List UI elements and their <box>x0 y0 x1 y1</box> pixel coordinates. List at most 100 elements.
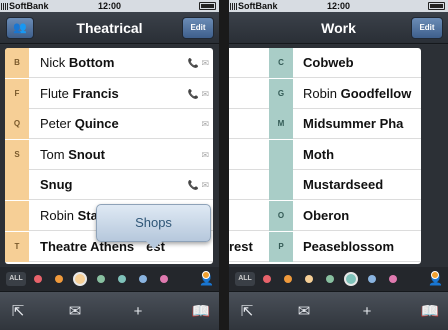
contact-name: Peter Quince <box>40 109 119 139</box>
contact-row[interactable]: Snug 📞 ✉ <box>5 170 213 201</box>
battery-icon <box>428 2 445 10</box>
contact-row[interactable]: Q Peter Quince ✉ <box>5 109 213 140</box>
screen-theatrical: SoftBank 12:00 👥 Theatrical Edit B Nick B… <box>0 0 219 330</box>
add-icon[interactable]: + <box>123 292 153 330</box>
contact-row[interactable]: GRobin Goodfellow📞 ✉ <box>229 78 421 109</box>
contact-row[interactable]: Moth✉ <box>229 139 421 170</box>
color-filter-dot[interactable] <box>284 275 292 283</box>
color-filter-dot[interactable] <box>55 275 63 283</box>
contact-row[interactable]: F Flute Francis 📞 ✉ <box>5 78 213 109</box>
color-filter-dot[interactable] <box>326 275 334 283</box>
index-tab <box>5 170 29 201</box>
last-name: Peaseblossom <box>303 238 395 254</box>
first-name: Peter <box>40 116 72 132</box>
share-icon[interactable]: ⇱ <box>232 292 262 330</box>
index-tab: T <box>5 231 29 262</box>
contact-row[interactable]: P Peaseblossom <box>229 231 421 262</box>
index-tab: M <box>269 109 293 140</box>
contact-row[interactable]: B Nick Bottom 📞 ✉ <box>5 48 213 78</box>
mail-icon[interactable]: ✉ <box>201 180 209 190</box>
contact-name: Snug <box>40 170 73 200</box>
mail-icon[interactable]: ✉ <box>289 292 319 330</box>
contact-name: Tom Snout <box>40 140 105 170</box>
battery-icon <box>199 2 216 10</box>
edit-button[interactable]: Edit <box>182 17 214 39</box>
person-icon[interactable]: 👤 <box>428 270 443 288</box>
index-tab: P <box>269 231 293 262</box>
last-name: Moth <box>303 146 335 162</box>
first-name: Flute <box>40 85 69 101</box>
color-filter-dot[interactable] <box>118 275 126 283</box>
contact-row[interactable]: OOberon✉ <box>229 201 421 231</box>
book-icon[interactable]: 📖 <box>186 292 216 330</box>
last-name: Goodfellow <box>340 85 412 101</box>
contact-row[interactable]: MMidsummer Pha✉ <box>229 109 421 140</box>
screen-divider <box>219 0 229 330</box>
index-tab: F <box>5 78 29 109</box>
last-name: Snug <box>40 177 73 193</box>
color-filter-dot[interactable] <box>160 275 168 283</box>
popover-tail <box>146 241 162 249</box>
book-icon[interactable]: 📖 <box>415 292 445 330</box>
phone-icon[interactable]: 📞 <box>188 180 202 190</box>
contact-name: Mustardseed <box>303 170 383 200</box>
badge-dot <box>202 271 210 279</box>
toolbar: ⇱ ✉ + 📖 <box>0 291 219 330</box>
color-filter-dot[interactable] <box>368 275 376 283</box>
color-filter-dot[interactable] <box>344 272 358 286</box>
mail-icon[interactable]: ✉ <box>201 58 209 68</box>
clock: 12:00 <box>326 1 351 11</box>
last-name: Oberon <box>303 208 350 223</box>
badge-dot <box>431 271 439 279</box>
contact-actions: 📞 ✉ <box>188 170 209 200</box>
color-filter-dot[interactable] <box>305 275 313 283</box>
first-name: Robin <box>40 208 74 223</box>
all-filter-button[interactable]: ALL <box>6 272 26 286</box>
mail-icon[interactable]: ✉ <box>60 292 90 330</box>
color-filter-dot[interactable] <box>34 275 42 283</box>
nav-bar: 👥 Theatrical Edit <box>0 12 219 44</box>
contact-row[interactable]: Mustardseed✉ <box>229 170 421 201</box>
contact-card: CCobweb📞 ✉GRobin Goodfellow📞 ✉MMidsummer… <box>229 48 421 264</box>
person-icon[interactable]: 👤 <box>199 270 214 288</box>
index-tab <box>5 201 29 231</box>
mail-icon[interactable]: ✉ <box>201 119 209 129</box>
contact-name: Robin Goodfellow <box>303 79 411 109</box>
last-name: Mustardseed <box>303 177 384 193</box>
contact-row[interactable]: CCobweb📞 ✉ <box>229 48 421 78</box>
color-filter-dot[interactable] <box>389 275 397 283</box>
color-filter-dot[interactable] <box>263 275 271 283</box>
color-filter-dot[interactable] <box>139 275 147 283</box>
status-bar: SoftBank 12:00 <box>229 0 448 12</box>
share-icon[interactable]: ⇱ <box>3 292 33 330</box>
all-filter-button[interactable]: ALL <box>235 272 255 286</box>
toolbar: ⇱ ✉ + 📖 <box>229 291 448 330</box>
contact-actions: ✉ <box>201 109 209 139</box>
mail-icon[interactable]: ✉ <box>201 150 209 160</box>
color-filter-dot[interactable] <box>97 275 105 283</box>
index-tab: G <box>269 78 293 109</box>
color-filter-bar: ALL 👤 <box>0 267 219 291</box>
clock: 12:00 <box>97 1 122 11</box>
contact-row[interactable]: S Tom Snout ✉ <box>5 139 213 170</box>
index-tab: S <box>5 139 29 170</box>
status-bar: SoftBank 12:00 <box>0 0 219 12</box>
first-name: Nick <box>40 55 66 70</box>
mail-icon[interactable]: ✉ <box>201 89 209 99</box>
contact-actions: ✉ <box>201 140 209 170</box>
edit-button[interactable]: Edit <box>411 17 443 39</box>
phone-icon[interactable]: 📞 <box>188 89 202 99</box>
last-name: Francis <box>72 85 119 101</box>
screen-work: SoftBank 12:00 Work Edit CCobweb📞 ✉G Robi… <box>229 0 448 330</box>
nav-bar: Work Edit <box>229 12 448 44</box>
group-popover[interactable]: Shops <box>96 204 211 242</box>
last-name: Sta <box>77 208 98 223</box>
add-icon[interactable]: + <box>352 292 382 330</box>
contact-name: Midsummer Pha <box>303 109 403 139</box>
people-icon: 👥 <box>13 22 27 34</box>
color-filter-dot[interactable] <box>73 272 87 286</box>
groups-button[interactable]: 👥 <box>6 17 34 39</box>
index-tab <box>269 139 293 170</box>
index-tab: Q <box>5 109 29 140</box>
phone-icon[interactable]: 📞 <box>188 58 202 68</box>
